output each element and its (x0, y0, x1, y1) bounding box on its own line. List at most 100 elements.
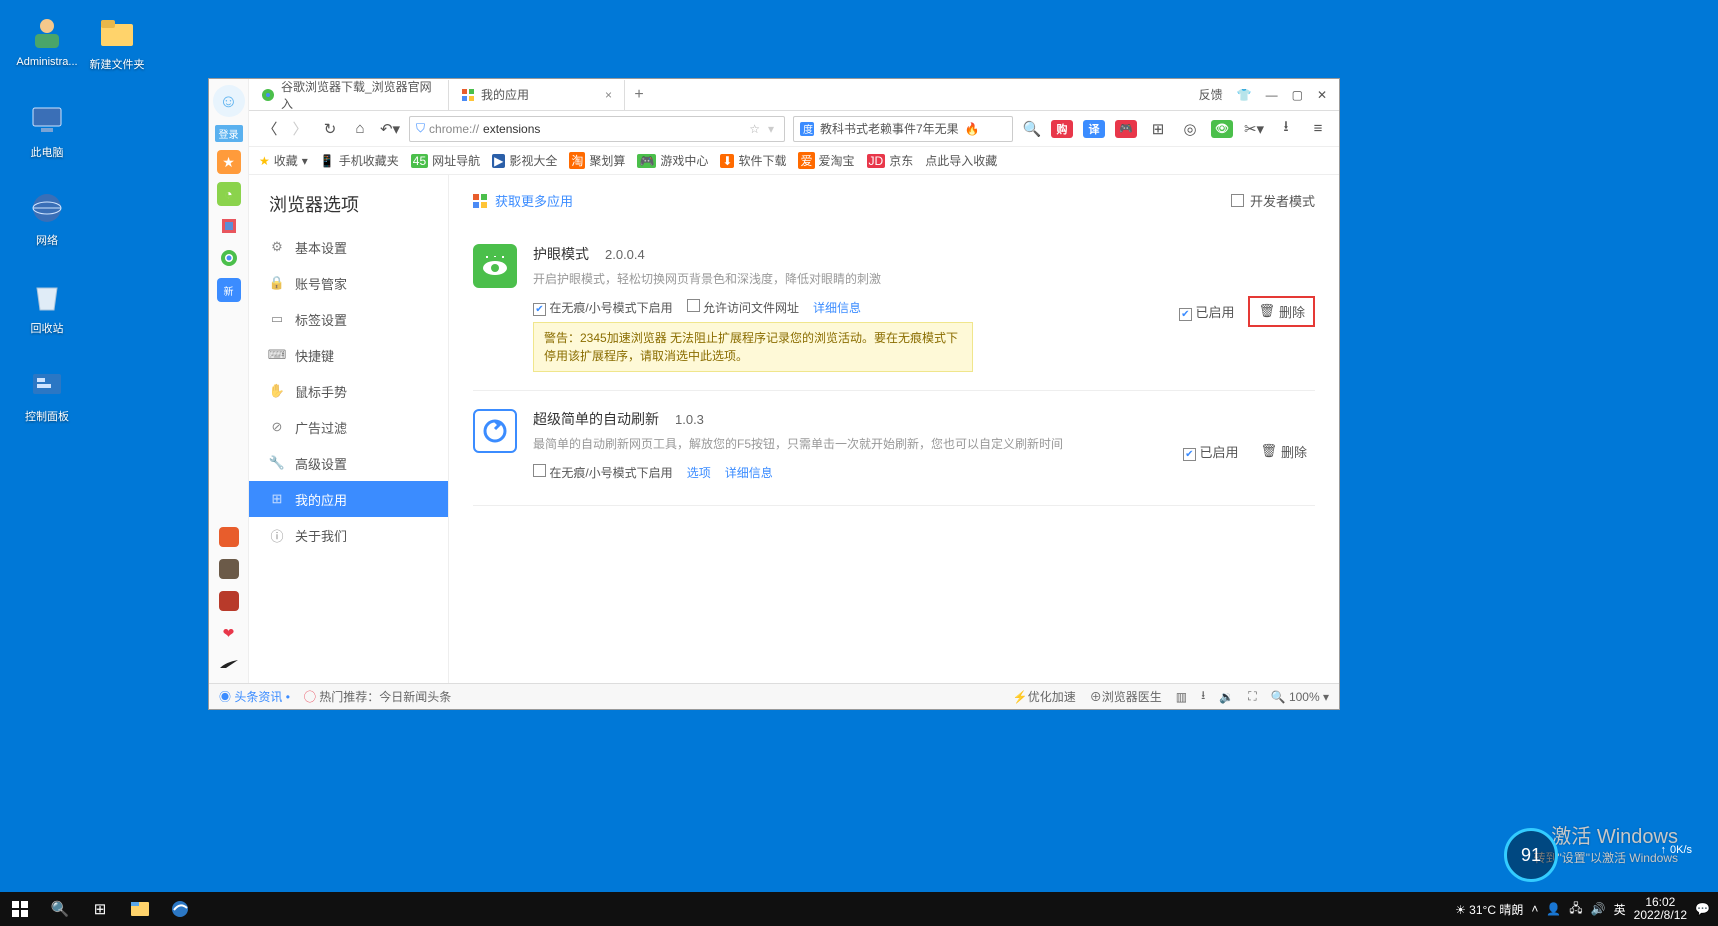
rail-nike-icon[interactable] (217, 653, 241, 677)
checkbox-icon[interactable] (1183, 448, 1196, 461)
tab-1[interactable]: 我的应用× (449, 80, 625, 110)
bookmark-2[interactable]: ▶影视大全 (492, 152, 557, 169)
rail-app2-icon[interactable] (217, 557, 241, 581)
tray-clock[interactable]: 16:022022/8/12 (1634, 896, 1687, 922)
avatar-icon[interactable]: ☺ (213, 85, 245, 117)
ext-chip-game-icon[interactable]: 🎮 (1115, 120, 1137, 138)
address-bar[interactable]: ⛉ chrome://extensions ☆ ▾ (409, 116, 785, 142)
tray-people-icon[interactable]: 👤 (1546, 902, 1561, 916)
grid-icon[interactable]: ⊞ (1147, 118, 1169, 140)
desktop-icon-recycle[interactable]: 回收站 (12, 276, 82, 336)
search-taskbar-icon[interactable]: 🔍 (40, 892, 80, 926)
split-icon[interactable]: ▥ (1176, 690, 1187, 704)
more-apps-link[interactable]: 获取更多应用 (495, 191, 573, 210)
dev-mode-toggle[interactable]: 开发者模式 (1231, 191, 1315, 210)
rail-star-icon[interactable]: ★ (217, 150, 241, 174)
ext-chip-buy[interactable]: 购 (1051, 120, 1073, 138)
rail-app1-icon[interactable] (217, 525, 241, 549)
bookmark-star-icon[interactable]: ☆ (749, 122, 760, 136)
rail-doc-icon[interactable] (217, 214, 241, 238)
ext-incog-toggle[interactable]: 在无痕/小号模式下启用 (533, 299, 673, 316)
skin-icon[interactable]: 👕 (1237, 88, 1252, 102)
bookmark-7[interactable]: JD京东 (867, 152, 914, 169)
sidebar-item-myapps[interactable]: ⊞我的应用 (249, 481, 448, 517)
bookmark-import[interactable]: 点此导入收藏 (925, 152, 997, 169)
tray-notify-icon[interactable]: 💬 (1695, 902, 1710, 916)
desktop-icon-control[interactable]: 控制面板 (12, 364, 82, 424)
tray-volume-icon[interactable]: 🔊 (1591, 902, 1606, 916)
ext-delete-button[interactable]: 🗑删除 (1252, 438, 1315, 465)
bookmark-3[interactable]: 淘聚划算 (569, 152, 625, 169)
scissors-icon[interactable]: ✂▾ (1243, 118, 1265, 140)
search-box[interactable]: 度 教科书式老赖事件7年无果 🔥 (793, 116, 1013, 142)
rail-chrome-icon[interactable] (217, 246, 241, 270)
ext-enable-toggle[interactable]: 已启用 (1179, 302, 1235, 321)
checkbox-icon[interactable] (687, 299, 700, 312)
sidebar-item-adblock[interactable]: ⊘广告过滤 (249, 409, 448, 445)
ext-chip-translate[interactable]: 译 (1083, 120, 1105, 138)
ext-file-toggle[interactable]: 允许访问文件网址 (687, 299, 799, 316)
download-status-icon[interactable]: ⭳ (1201, 686, 1205, 707)
rail-heart-icon[interactable]: ❤ (217, 621, 241, 645)
optimize-link[interactable]: ⚡优化加速 (1013, 688, 1076, 705)
home-icon[interactable]: ⌂ (349, 118, 371, 140)
desktop-icon-admin[interactable]: Administra... (12, 12, 82, 68)
ext-details-link[interactable]: 详细信息 (725, 464, 773, 481)
hot-news[interactable]: ◯ 热门推荐：今日新闻头条 (304, 688, 451, 705)
sidebar-item-account[interactable]: 🔒账号管家 (249, 265, 448, 301)
checkbox-icon[interactable] (533, 464, 546, 477)
sidebar-item-basic[interactable]: ⚙基本设置 (249, 229, 448, 265)
ext-delete-button[interactable]: 🗑删除 (1248, 296, 1315, 327)
bookmark-4[interactable]: 🎮游戏中心 (637, 152, 708, 169)
undo-icon[interactable]: ↶▾ (379, 118, 401, 140)
tab-close-icon[interactable]: × (605, 88, 612, 102)
sidebar-item-tabs[interactable]: ▭标签设置 (249, 301, 448, 337)
bookmark-5[interactable]: ⬇软件下载 (720, 152, 786, 169)
sidebar-item-shortcut[interactable]: ⌨快捷键 (249, 337, 448, 373)
bookmark-0[interactable]: 📱手机收藏夹 (320, 152, 399, 169)
reload-icon[interactable]: ↻ (319, 118, 341, 140)
zoom-level[interactable]: 🔍 100% ▾ (1271, 690, 1329, 704)
bookmark-6[interactable]: 爱爱淘宝 (798, 152, 854, 169)
news-icon[interactable]: ◉ 头条资讯 • (219, 688, 290, 705)
ext-details-link[interactable]: 详细信息 (813, 299, 861, 316)
maximize-icon[interactable]: ▢ (1292, 88, 1303, 102)
target-icon[interactable]: ◎ (1179, 118, 1201, 140)
minimize-icon[interactable]: — (1266, 88, 1278, 102)
checkbox-icon[interactable] (1179, 308, 1192, 321)
menu-icon[interactable]: ≡ (1307, 118, 1329, 140)
tray-chevron-icon[interactable]: ˄ (1531, 902, 1538, 916)
desktop-icon-network[interactable]: 网络 (12, 188, 82, 248)
start-icon[interactable] (0, 892, 40, 926)
bookmark-1[interactable]: 45网址导航 (411, 152, 480, 169)
explorer-icon[interactable] (120, 892, 160, 926)
tray-ime[interactable]: 英 (1614, 901, 1626, 918)
doctor-link[interactable]: ⊕浏览器医生 (1090, 688, 1162, 705)
desktop-icon-folder[interactable]: 新建文件夹 (82, 12, 152, 72)
checkbox-icon[interactable] (533, 303, 546, 316)
tray-network-icon[interactable]: 🖧 (1569, 899, 1582, 920)
sound-icon[interactable]: 🔉 (1219, 690, 1234, 704)
bookmark-fav[interactable]: ★收藏 ▾ (259, 152, 308, 169)
ext-enable-toggle[interactable]: 已启用 (1183, 442, 1239, 461)
rail-new-icon[interactable]: 新 (217, 278, 241, 302)
edge-icon[interactable] (160, 892, 200, 926)
ext-chip-eye-icon[interactable]: 👁 (1211, 120, 1233, 138)
sidebar-item-advanced[interactable]: 🔧高级设置 (249, 445, 448, 481)
dev-mode-checkbox[interactable] (1231, 194, 1244, 207)
perf-gauge[interactable]: 91 (1504, 828, 1558, 882)
feedback-link[interactable]: 反馈 (1199, 86, 1223, 103)
tab-0[interactable]: 谷歌浏览器下载_浏览器官网入 (249, 80, 449, 110)
desktop-icon-pc[interactable]: 此电脑 (12, 100, 82, 160)
download-icon[interactable]: ⭳ (1275, 118, 1297, 140)
ext-incog-toggle[interactable]: 在无痕/小号模式下启用 (533, 464, 673, 481)
weather[interactable]: ☀ 31°C 晴朗 (1455, 901, 1523, 918)
rail-app3-icon[interactable] (217, 589, 241, 613)
ext-options-link[interactable]: 选项 (687, 464, 711, 481)
close-window-icon[interactable]: ✕ (1317, 88, 1327, 102)
taskview-icon[interactable]: ⊞ (80, 892, 120, 926)
expand-icon[interactable]: ⛶ (1248, 689, 1256, 704)
login-button[interactable]: 登录 (215, 125, 243, 142)
sidebar-item-gesture[interactable]: ✋鼠标手势 (249, 373, 448, 409)
forward-icon[interactable]: 〉 (289, 118, 311, 140)
